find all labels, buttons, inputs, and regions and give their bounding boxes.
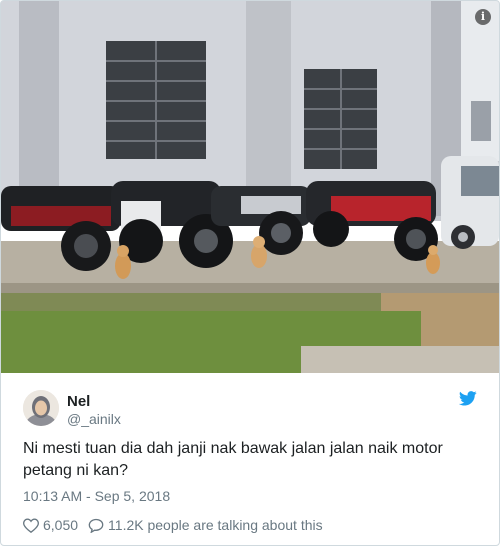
tweet-text: Ni mesti tuan dia dah janji nak bawak ja…: [23, 440, 443, 479]
twitter-bird-icon[interactable]: [459, 391, 477, 406]
tweet-photo[interactable]: i: [1, 1, 499, 373]
speech-bubble-icon: [88, 518, 104, 533]
tweet-timestamp[interactable]: 10:13 AM - Sep 5, 2018: [23, 488, 170, 504]
tweet-actions: 6,050 11.2K people are talking about thi…: [23, 515, 333, 535]
author-name[interactable]: Nel: [67, 393, 90, 410]
tweet-body: Nel @_ainilx Ni mesti tuan dia dah janji…: [1, 373, 499, 545]
conversation-label: 11.2K people are talking about this: [108, 517, 323, 533]
tweet-card: i Nel @_ainilx Ni mesti tuan dia dah jan…: [0, 0, 500, 546]
like-button[interactable]: 6,050: [23, 517, 78, 533]
avatar[interactable]: [23, 390, 59, 426]
author-handle[interactable]: @_ainilx: [67, 411, 121, 427]
like-count: 6,050: [43, 517, 79, 533]
info-icon[interactable]: i: [475, 9, 491, 25]
heart-icon: [23, 517, 39, 533]
reply-button[interactable]: 11.2K people are talking about this: [88, 517, 323, 533]
